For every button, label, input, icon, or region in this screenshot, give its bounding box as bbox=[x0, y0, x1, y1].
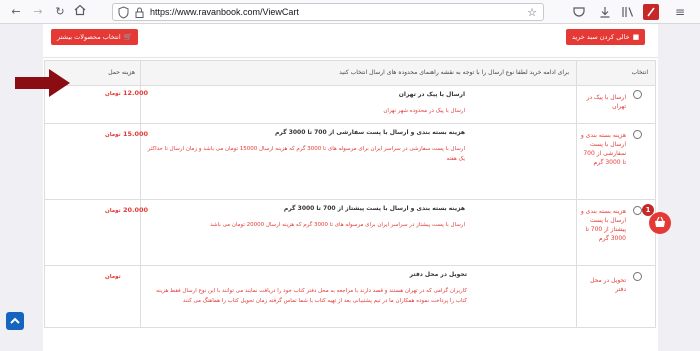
pointer-arrow-icon bbox=[15, 69, 70, 97]
pdf-extension-icon[interactable] bbox=[643, 4, 659, 20]
menu-icon[interactable]: ≡ bbox=[672, 4, 688, 20]
shipping-description: ارسال با پیک در تهران ارسال با پیک در مح… bbox=[157, 90, 465, 116]
price-currency: تومان bbox=[105, 208, 121, 214]
shipping-row[interactable]: تحویل در محل دفتر تحویل در محل دفتر کارب… bbox=[44, 266, 656, 328]
shipping-price: 20.000 تومان bbox=[105, 206, 148, 214]
back-arrow-icon[interactable]: ← bbox=[8, 4, 24, 20]
floating-cart-button[interactable] bbox=[649, 212, 671, 234]
shipping-description: هزینه بسته بندی و ارسال با پست پیشتاز از… bbox=[147, 204, 465, 230]
shipping-method-label: تحویل در محل دفتر bbox=[590, 277, 626, 293]
basket-icon bbox=[655, 216, 665, 227]
browser-toolbar: ← → ↻ https://www.ravanbook.com/ViewCart… bbox=[0, 0, 700, 24]
cart-card: 🛒انتخاب محصولات بیشتر ■خالی کردن سبد خری… bbox=[43, 24, 658, 351]
bookmark-star-icon[interactable]: ☆ bbox=[527, 6, 537, 19]
more-products-label: انتخاب محصولات بیشتر bbox=[57, 33, 121, 41]
empty-cart-label: خالی کردن سبد خرید bbox=[572, 33, 630, 41]
shipping-title: هزینه بسته بندی و ارسال با پست پیشتاز از… bbox=[283, 205, 465, 212]
scroll-top-button[interactable] bbox=[6, 312, 24, 330]
shipping-row[interactable]: هزینه بسته بندی و ارسال با پست پیشتاز از… bbox=[44, 200, 656, 266]
price-currency: تومان bbox=[105, 132, 121, 138]
shipping-text: ارسال با پست سفارشی در سراسر ایران برای … bbox=[147, 146, 465, 162]
cart-actions-bar: 🛒انتخاب محصولات بیشتر ■خالی کردن سبد خری… bbox=[43, 24, 658, 58]
header-select: انتخاب bbox=[631, 69, 649, 76]
shipping-description: هزینه بسته بندی و ارسال با پست سفارشی از… bbox=[147, 128, 465, 164]
shipping-method-label: هزینه بسته بندی و ارسال با پست پیشتاز از… bbox=[580, 208, 626, 242]
chevron-up-icon bbox=[10, 317, 20, 324]
shipping-description: تحویل در محل دفتر کاربران گرامی که در ته… bbox=[147, 270, 467, 306]
shipping-radio[interactable] bbox=[633, 272, 642, 281]
header-description: برای ادامه خرید لطفا نوع ارسال را با توج… bbox=[339, 69, 569, 76]
reload-icon[interactable]: ↻ bbox=[52, 4, 68, 20]
shipping-title: تحویل در محل دفتر bbox=[409, 271, 467, 278]
price-value: 20.000 bbox=[122, 206, 149, 214]
download-icon[interactable] bbox=[597, 4, 613, 20]
library-icon[interactable] bbox=[620, 4, 636, 20]
lock-icon bbox=[135, 7, 144, 18]
shipping-title: هزینه بسته بندی و ارسال با پست سفارشی از… bbox=[274, 129, 465, 136]
price-currency: تومان bbox=[105, 91, 121, 97]
shipping-radio[interactable] bbox=[633, 90, 642, 99]
shipping-text: ارسال با پیک در محدوده شهر تهران bbox=[383, 108, 465, 114]
shipping-method-label: هزینه بسته بندی و ارسال با پست سفارشی از… bbox=[580, 132, 626, 166]
shipping-text: ارسال با پست پیشتاز در سراسر ایران برای … bbox=[210, 222, 465, 228]
table-header: انتخاب برای ادامه خرید لطفا نوع ارسال را… bbox=[44, 60, 656, 86]
shipping-price: تومان bbox=[105, 272, 121, 280]
price-currency: تومان bbox=[105, 274, 121, 280]
basket-icon: 🛒 bbox=[123, 33, 133, 41]
url-bar[interactable]: https://www.ravanbook.com/ViewCart ☆ bbox=[112, 3, 544, 21]
shipping-row[interactable]: ارسال با پیک در تهران ارسال با پیک در ته… bbox=[44, 86, 656, 124]
trash-icon: ■ bbox=[632, 33, 640, 41]
price-value: 12.000 bbox=[122, 89, 149, 97]
shipping-row[interactable]: هزینه بسته بندی و ارسال با پست سفارشی از… bbox=[44, 124, 656, 200]
shipping-radio[interactable] bbox=[633, 206, 642, 215]
shipping-price: 12.000 تومان bbox=[105, 89, 148, 97]
more-products-button[interactable]: 🛒انتخاب محصولات بیشتر bbox=[51, 29, 139, 45]
home-icon[interactable] bbox=[72, 4, 88, 20]
shipping-title: ارسال با پیک در تهران bbox=[398, 91, 465, 98]
shipping-text: کاربران گرامی که در تهران هستند و قصد دا… bbox=[156, 288, 467, 304]
pocket-icon[interactable] bbox=[571, 4, 587, 20]
forward-arrow-icon[interactable]: → bbox=[30, 4, 46, 20]
shipping-radio[interactable] bbox=[633, 130, 642, 139]
url-text: https://www.ravanbook.com/ViewCart bbox=[150, 7, 299, 17]
empty-cart-button[interactable]: ■خالی کردن سبد خرید bbox=[566, 29, 646, 45]
shipping-method-label: ارسال با پیک در تهران bbox=[586, 94, 626, 110]
shield-icon bbox=[118, 6, 129, 19]
shipping-price: 15.000 تومان bbox=[105, 130, 148, 138]
price-value: 15.000 bbox=[122, 130, 149, 138]
page-content: 🛒انتخاب محصولات بیشتر ■خالی کردن سبد خری… bbox=[0, 24, 700, 351]
cart-count-badge: 1 bbox=[642, 204, 654, 216]
